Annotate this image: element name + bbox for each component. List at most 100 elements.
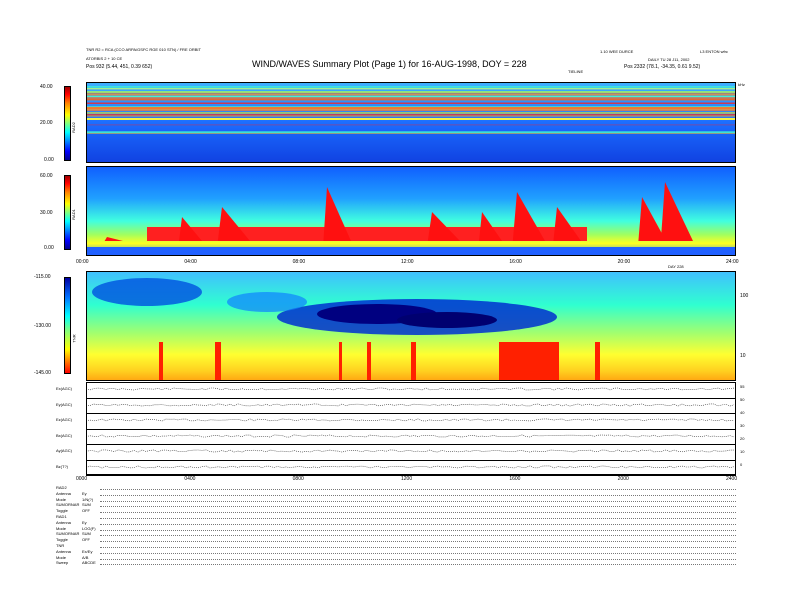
header-info-line2: ATORBIS 2 + 10 CE [86, 56, 123, 61]
setting-dotted-line [100, 541, 736, 543]
xtick-label: 0800 [292, 476, 304, 482]
rad2-ytick-top: 40.00 [40, 84, 53, 90]
header-info-line1: TNR R2 = RCA (CCO ARPA/GSFC RGE 010 STN)… [86, 47, 201, 52]
setting-value: ABCDE [82, 560, 96, 566]
rad2-band [87, 131, 735, 134]
setting-value: SUM [82, 502, 91, 508]
setting-key: Antenna [56, 490, 71, 496]
housekeeping-channel-label: Ex(AGC) [56, 386, 72, 391]
tnr-right-tick-100: 100 [740, 293, 749, 299]
setting-value: A/B [82, 554, 89, 560]
setting-key: Antenna [56, 519, 71, 525]
rad1-ytick-top: 60.00 [40, 173, 53, 179]
housekeeping-channel-label: Bz(T?) [56, 463, 68, 469]
rad1-ylabel: RAD1 [70, 209, 76, 220]
xtick-label: 2400 [726, 476, 738, 482]
setting-value: 1/N(?) [82, 496, 94, 502]
rad2-band [87, 86, 735, 87]
rad2-band [87, 109, 735, 111]
setting-value: Ex/Ey [82, 548, 93, 554]
xtick-label: 24:00 [726, 259, 739, 265]
header-right-line3: Pos 2332 (78.1, -34.35, 0.61 9.52) [624, 64, 701, 70]
setting-dotted-line [100, 489, 736, 490]
xtick-label: 1200 [401, 476, 413, 482]
housekeeping-right-tick: 55 [740, 384, 745, 389]
setting-value: OFF [82, 537, 90, 543]
rad2-band [87, 88, 735, 90]
header-center-sub: TIELINE [568, 69, 584, 74]
header-right-line1b: L3 ENTON wfrc [700, 49, 728, 54]
setting-dotted-line [100, 500, 736, 502]
tnr-spectrogram [86, 271, 736, 381]
xtick-label: 00:00 [76, 259, 89, 265]
housekeeping-right-tick: 50 [740, 397, 745, 402]
setting-value: Ey [82, 490, 87, 496]
housekeeping-right-tick: 40 [740, 410, 745, 415]
page-title: WIND/WAVES Summary Plot (Page 1) for 16-… [252, 59, 527, 69]
xtick-label: 2000 [617, 476, 629, 482]
rad1-xunit: DAY 228 [668, 264, 684, 269]
setting-key: Toggle [56, 537, 68, 543]
setting-key: SUMORNAR [56, 502, 80, 508]
housekeeping-right-tick: 0 [740, 462, 743, 467]
setting-key: Mode [56, 554, 67, 560]
xtick-label: 0400 [184, 476, 196, 482]
tnr-burst [215, 342, 221, 380]
setting-dotted-line [100, 558, 736, 560]
setting-dotted-line [100, 552, 736, 554]
rad2-band [87, 114, 735, 116]
xtick-label: 08:00 [292, 259, 306, 265]
rad2-ytick-mid: 20.00 [40, 120, 53, 126]
xtick-label: 04:00 [184, 259, 197, 265]
tnr-ylabel: TNR [71, 334, 77, 343]
setting-key: Toggle [56, 508, 68, 514]
rad2-band [87, 102, 735, 104]
tnr-ytick-top: -115.00 [34, 274, 51, 280]
header-right-line1: 1.10 WEE DURCE [600, 49, 634, 54]
rad2-band [87, 93, 735, 95]
tnr-heatmap [87, 272, 735, 380]
setting-dotted-line [100, 523, 736, 525]
setting-dotted-line [100, 547, 736, 548]
rad2-band [87, 116, 735, 117]
header-right-marker: kHz [738, 82, 745, 87]
housekeeping-right-tick: 10 [740, 449, 745, 454]
rad2-band [87, 95, 735, 97]
rad1-ytick-mid: 30.00 [40, 210, 53, 216]
setting-value: Ey [82, 519, 87, 525]
rad2-band [87, 111, 735, 114]
tnr-burst [159, 342, 163, 380]
setting-key: RAD1 [56, 514, 67, 519]
tnr-burst [411, 342, 416, 380]
housekeeping-channel-label: Bx(AGC) [56, 432, 72, 438]
header-info-line3: Pos 932 (5.44, 451, 0.39 652) [86, 64, 153, 70]
rad2-ytick-bottom: 0.00 [44, 157, 54, 163]
rad2-heatmap [87, 83, 735, 162]
tnr-burst [339, 342, 342, 380]
header-right-line2: DAILY TU 28 J11, 2002 [648, 57, 690, 62]
housekeeping-right-tick: 30 [740, 423, 745, 428]
setting-dotted-line [100, 506, 736, 508]
tnr-burst [595, 342, 600, 380]
setting-dotted-line [100, 494, 736, 496]
xtick-label: 12:00 [401, 259, 414, 265]
housekeeping-channel-label: Ez(AGC) [56, 417, 72, 422]
rad1-heatmap [87, 167, 735, 255]
setting-key: Sweep [56, 560, 69, 566]
tnr-right-tick-10: 10 [740, 353, 746, 359]
setting-value: SUM [82, 531, 91, 537]
tnr-ytick-mid: -130.00 [34, 323, 51, 329]
tnr-ytick-bottom: -145.00 [34, 370, 51, 376]
setting-key: TNR [56, 543, 65, 548]
rad1-ytick-bottom: 0.00 [44, 245, 54, 251]
rad2-spectrogram [86, 82, 736, 163]
setting-dotted-line [100, 512, 736, 514]
setting-value: OFF [82, 508, 90, 514]
tnr-burst [367, 342, 371, 380]
setting-key: RAD2 [56, 485, 67, 490]
tnr-burst [499, 342, 559, 380]
setting-dotted-line [100, 535, 736, 537]
xtick-label: 0000 [76, 476, 88, 482]
rad1-spectrogram [86, 166, 736, 256]
xtick-label: 1600 [509, 476, 521, 482]
